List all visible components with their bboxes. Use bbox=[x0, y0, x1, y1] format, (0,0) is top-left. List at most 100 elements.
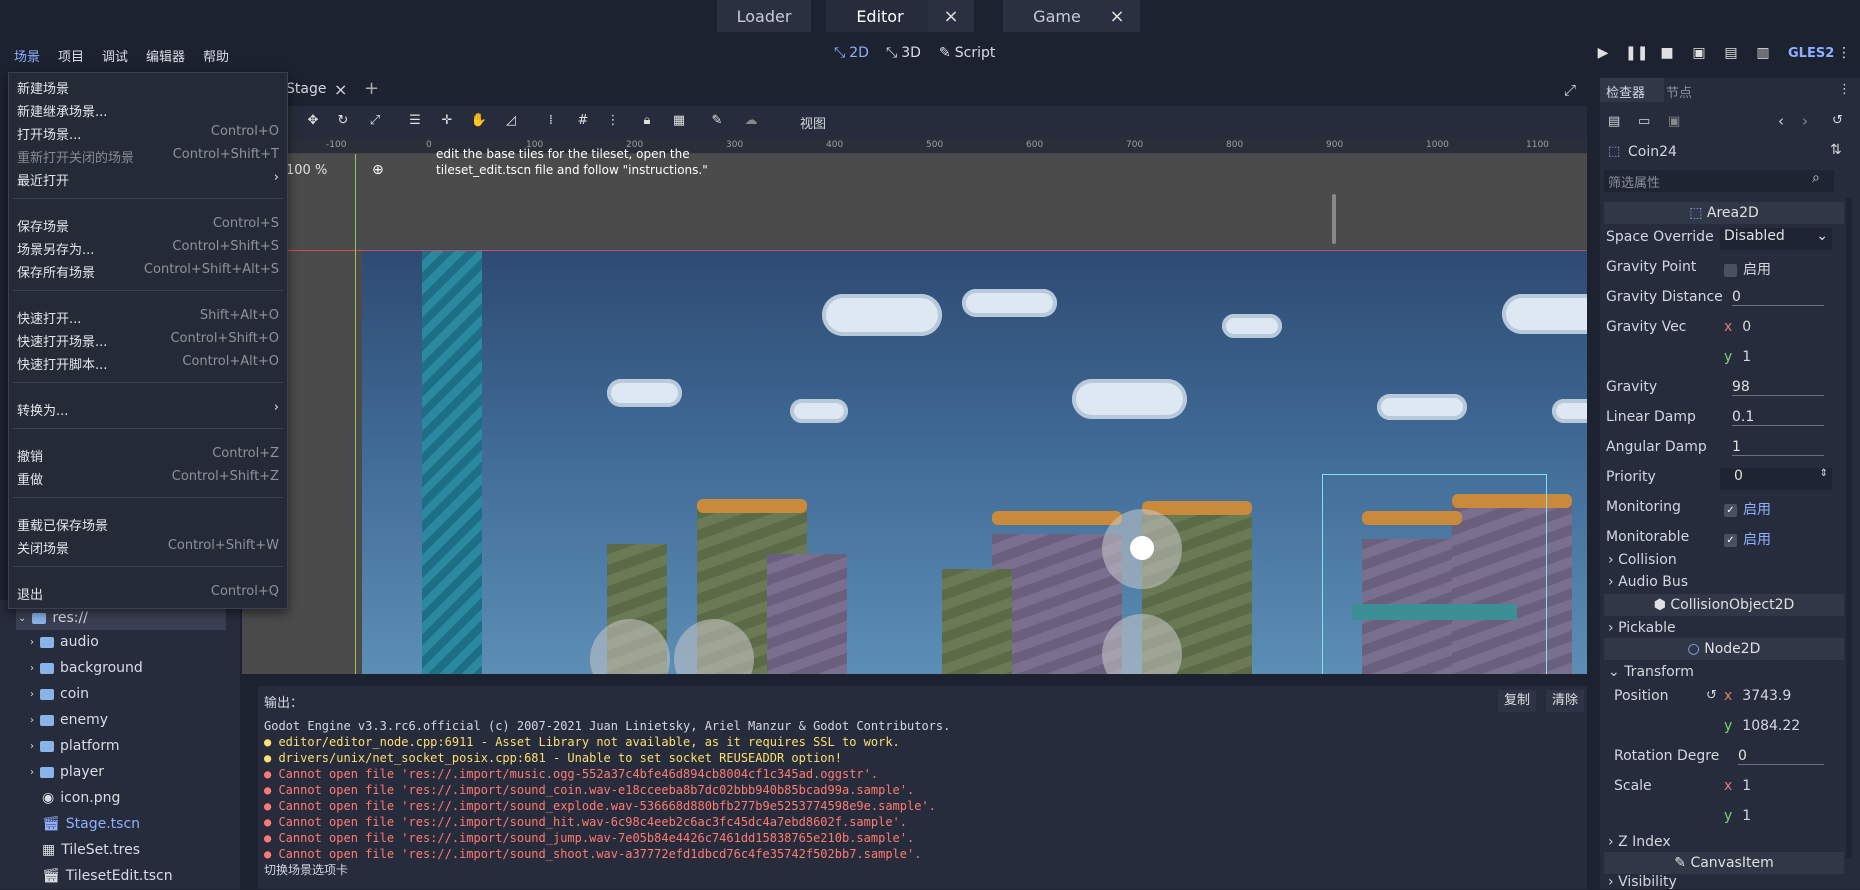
list-select-icon[interactable]: ☰ bbox=[406, 113, 424, 131]
renderer-options-icon[interactable]: ⋮ bbox=[1834, 45, 1854, 65]
menu-item-save-all[interactable]: 保存所有场景 Control+Shift+Alt+S bbox=[17, 262, 279, 281]
linear-damp-field[interactable]: 0.1 bbox=[1732, 409, 1824, 426]
stop-icon[interactable]: ■ bbox=[1657, 45, 1677, 65]
fs-folder-enemy[interactable]: › enemy bbox=[30, 712, 108, 728]
gravity-point-checkbox[interactable]: 启用 bbox=[1724, 259, 1771, 279]
fs-folder-platform[interactable]: › platform bbox=[30, 738, 120, 754]
section-node2d[interactable]: ○ Node2D bbox=[1604, 638, 1844, 660]
group-pickable[interactable]: › Pickable bbox=[1608, 620, 1676, 636]
smart-snap-icon[interactable]: ⁞ bbox=[542, 113, 560, 131]
gravity-vec-x-field[interactable]: x0 bbox=[1724, 319, 1751, 335]
lock-icon[interactable]: 🔒︎ bbox=[638, 113, 656, 131]
forward-icon[interactable]: › bbox=[1802, 112, 1808, 130]
menu-item-new-scene[interactable]: 新建场景 bbox=[17, 78, 279, 97]
output-log[interactable]: Godot Engine v3.3.rc6.official (c) 2007-… bbox=[264, 718, 950, 878]
group-z-index[interactable]: › Z Index bbox=[1608, 834, 1671, 850]
menu-scene[interactable]: 场景 bbox=[14, 46, 40, 65]
menu-item-save-scene[interactable]: 保存场景 Control+S bbox=[17, 216, 279, 235]
tab-inspector[interactable]: 检查器 bbox=[1606, 82, 1645, 101]
monitoring-checkbox[interactable]: ✓ 启用 bbox=[1724, 499, 1771, 519]
menu-item-quick-open-scene[interactable]: 快速打开场景... Control+Shift+O bbox=[17, 331, 279, 350]
viewport-scrollbar[interactable] bbox=[1332, 194, 1336, 244]
renderer-select[interactable]: GLES2 bbox=[1788, 46, 1834, 61]
clear-button[interactable]: 清除 bbox=[1546, 690, 1585, 712]
pause-icon[interactable]: ❚❚ bbox=[1625, 45, 1648, 65]
filter-input[interactable]: 筛选属性 ⌕ bbox=[1604, 170, 1834, 192]
create-resource-icon[interactable]: ▤ bbox=[1608, 114, 1620, 129]
mode-2d-button[interactable]: ⤡ 2D bbox=[834, 45, 869, 61]
menu-project[interactable]: 项目 bbox=[58, 46, 84, 65]
menu-item-reload-saved[interactable]: 重载已保存场景 bbox=[17, 515, 279, 534]
menu-help[interactable]: 帮助 bbox=[203, 46, 229, 65]
angular-damp-field[interactable]: 1 bbox=[1732, 439, 1824, 456]
menu-item-save-as[interactable]: 场景另存为... Control+Shift+S bbox=[17, 239, 279, 258]
monitorable-checkbox[interactable]: ✓ 启用 bbox=[1724, 529, 1771, 549]
bone-icon[interactable]: ✎ bbox=[708, 113, 726, 131]
gravity-vec-y-field[interactable]: y1 bbox=[1724, 349, 1751, 365]
group-visibility[interactable]: › Visibility bbox=[1608, 874, 1677, 890]
position-y-field[interactable]: y 1084.22 bbox=[1724, 718, 1800, 734]
group-icon[interactable]: ▦ bbox=[670, 113, 688, 131]
menu-item-quick-open-script[interactable]: 快速打开脚本... Control+Alt+O bbox=[17, 354, 279, 373]
loader-tab[interactable]: Loader bbox=[717, 0, 811, 32]
game-tab-close-icon[interactable]: × bbox=[1094, 0, 1140, 32]
menu-item-open-scene[interactable]: 打开场景... Control+O bbox=[17, 124, 279, 143]
editor-tab[interactable]: Editor bbox=[826, 0, 934, 32]
fs-folder-audio[interactable]: › audio bbox=[30, 634, 99, 650]
section-canvas-item[interactable]: ✎ CanvasItem bbox=[1604, 852, 1844, 874]
ruler-icon[interactable]: ◿ bbox=[502, 113, 520, 131]
position-x-field[interactable]: x 3743.9 bbox=[1724, 688, 1791, 704]
gravity-distance-field[interactable]: 0 bbox=[1732, 289, 1824, 306]
priority-spinbox[interactable]: 0 ⇕ bbox=[1720, 468, 1832, 490]
camera-icon[interactable]: ☁ bbox=[742, 113, 760, 131]
menu-item-new-inherited[interactable]: 新建继承场景... bbox=[17, 101, 279, 120]
fs-file-stage-tscn[interactable]: 🎬︎ Stage.tscn bbox=[42, 816, 140, 832]
scene-tab-stage[interactable]: Stage bbox=[286, 81, 326, 97]
copy-button[interactable]: 复制 bbox=[1498, 690, 1537, 712]
menu-item-reopen-closed[interactable]: 重新打开关闭的场景 Control+Shift+T bbox=[17, 147, 279, 166]
move-mode-icon[interactable]: ✥ bbox=[304, 113, 322, 131]
rotation-field[interactable]: 0 bbox=[1738, 748, 1824, 765]
mode-3d-button[interactable]: ⤡ 3D bbox=[886, 45, 921, 61]
fs-file-tileset-tres[interactable]: ▦ TileSet.tres bbox=[42, 842, 140, 858]
canvas-viewport[interactable] bbox=[242, 154, 1587, 674]
pan-icon[interactable]: ✋ bbox=[470, 113, 488, 131]
history-icon[interactable]: ↺ bbox=[1832, 113, 1843, 128]
play-scene-icon[interactable]: ▣ bbox=[1689, 45, 1709, 65]
group-transform[interactable]: ⌄ Transform bbox=[1608, 664, 1694, 680]
group-collision[interactable]: › Collision bbox=[1608, 552, 1677, 568]
menu-item-quit[interactable]: 退出 Control+Q bbox=[17, 584, 279, 603]
editor-tab-close-icon[interactable]: × bbox=[928, 0, 974, 32]
menu-debug[interactable]: 调试 bbox=[102, 46, 128, 65]
save-icon[interactable]: ▣ bbox=[1668, 114, 1680, 129]
back-icon[interactable]: ‹ bbox=[1778, 112, 1784, 130]
pivot-icon[interactable]: ✛ bbox=[438, 113, 456, 131]
fs-file-tilesetedit-tscn[interactable]: 🎬︎ TilesetEdit.tscn bbox=[42, 868, 173, 884]
fs-folder-coin[interactable]: › coin bbox=[30, 686, 89, 702]
fs-folder-background[interactable]: › background bbox=[30, 660, 143, 676]
menu-item-recent[interactable]: 最近打开 › bbox=[17, 170, 279, 189]
mode-script-button[interactable]: ✎ Script bbox=[939, 45, 995, 61]
gravity-field[interactable]: 98 bbox=[1732, 379, 1824, 396]
rotate-mode-icon[interactable]: ↻ bbox=[334, 113, 352, 131]
reset-icon[interactable]: ↺ bbox=[1706, 688, 1717, 703]
play-icon[interactable]: ▶ bbox=[1593, 45, 1613, 65]
view-menu[interactable]: 视图 bbox=[800, 113, 826, 132]
fs-folder-player[interactable]: › player bbox=[30, 764, 104, 780]
distraction-free-icon[interactable]: ⤢ bbox=[1564, 81, 1576, 99]
play-custom-scene-icon[interactable]: ▤ bbox=[1721, 45, 1741, 65]
add-scene-tab-icon[interactable]: + bbox=[364, 78, 379, 99]
object-properties-icon[interactable]: ⇅ bbox=[1830, 142, 1842, 158]
open-folder-icon[interactable]: ▭ bbox=[1638, 114, 1650, 129]
menu-item-redo[interactable]: 重做 Control+Shift+Z bbox=[17, 469, 279, 488]
menu-item-quick-open[interactable]: 快速打开... Shift+Alt+O bbox=[17, 308, 279, 327]
section-collision-object[interactable]: ⬢ CollisionObject2D bbox=[1604, 594, 1844, 616]
grid-snap-icon[interactable]: # bbox=[574, 113, 592, 131]
zoom-in-icon[interactable]: ⊕ bbox=[372, 162, 384, 178]
scale-x-field[interactable]: x1 bbox=[1724, 778, 1751, 794]
menu-item-close-scene[interactable]: 关闭场景 Control+Shift+W bbox=[17, 538, 279, 557]
fs-folder-res[interactable]: ⌄ res:// bbox=[18, 610, 88, 626]
scale-y-field[interactable]: y1 bbox=[1724, 808, 1751, 824]
more-options-icon[interactable]: ⋮ bbox=[604, 113, 622, 131]
space-override-select[interactable]: Disabled ⌄ bbox=[1720, 228, 1832, 250]
